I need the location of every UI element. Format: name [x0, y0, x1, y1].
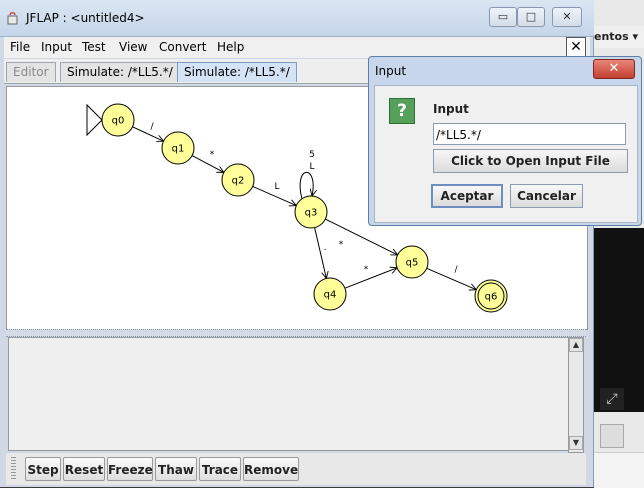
transition-label: * — [210, 150, 215, 160]
split-divider[interactable] — [6, 329, 586, 337]
self-loop-q3 — [299, 171, 313, 200]
cancel-button[interactable]: Cancelar — [510, 184, 583, 208]
background-dark-panel — [594, 228, 644, 412]
menu-convert[interactable]: Convert — [159, 40, 206, 54]
remove-button[interactable]: Remove — [243, 457, 299, 481]
transition-q5-q6 — [426, 267, 477, 289]
dialog-close-button[interactable]: ✕ — [593, 59, 635, 79]
maximize-button[interactable]: □ — [517, 7, 545, 27]
thaw-button[interactable]: Thaw — [155, 457, 197, 481]
state-label: q1 — [172, 144, 185, 155]
initial-state-marker — [86, 103, 103, 137]
accept-button[interactable]: Aceptar — [431, 184, 503, 208]
state-label: q2 — [232, 176, 245, 187]
transition-label: / — [150, 122, 154, 132]
simulation-output-panel — [8, 337, 570, 451]
loop-label: L — [309, 162, 314, 172]
scroll-up-icon[interactable]: ▲ — [569, 338, 583, 352]
menu-bar: File Input Test View Convert Help — [4, 37, 590, 58]
transition-q1-q2 — [191, 155, 224, 173]
tab-simulate-2[interactable]: Simulate: /*LL5.*/ — [177, 62, 297, 82]
transition-label: * — [364, 265, 369, 275]
vertical-scrollbar[interactable]: ▲ ▼ — [568, 337, 584, 453]
menu-input[interactable]: Input — [41, 40, 72, 54]
transition-label: . — [324, 243, 327, 253]
transition-label: / — [454, 265, 458, 275]
dialog-title: Input — [375, 64, 407, 78]
menu-test[interactable]: Test — [82, 40, 106, 54]
loop-label: 5 — [309, 150, 315, 160]
input-field[interactable]: /*LL5.*/ — [433, 123, 626, 145]
state-label: q5 — [406, 258, 419, 269]
step-button[interactable]: Step — [25, 457, 61, 481]
reset-button[interactable]: Reset — [63, 457, 105, 481]
freeze-button[interactable]: Freeze — [107, 457, 153, 481]
jflap-app-icon — [7, 12, 18, 25]
toolbar-grip[interactable] — [11, 457, 16, 481]
transition-label: L — [274, 182, 279, 192]
tab-simulate-1[interactable]: Simulate: /*LL5.*/ — [60, 62, 180, 82]
background-bottom-panel — [594, 452, 644, 488]
menu-file[interactable]: File — [10, 40, 30, 54]
question-icon: ? — [389, 98, 415, 124]
input-label: Input — [433, 102, 469, 116]
close-tab-button[interactable]: ✕ — [566, 37, 586, 57]
fullscreen-icon: ⤢ — [600, 388, 624, 410]
open-input-file-button[interactable]: Click to Open Input File — [433, 149, 628, 173]
state-label: q6 — [485, 292, 498, 303]
transition-q3-q4 — [314, 227, 327, 279]
dialog-body: ? Input /*LL5.*/ Click to Open Input Fil… — [374, 85, 638, 223]
transition-q0-q1 — [132, 126, 163, 141]
title-bar: JFLAP : <untitled4> ▭ □ ✕ — [0, 0, 594, 37]
state-label: q3 — [305, 208, 318, 219]
transition-q4-q5 — [344, 268, 397, 289]
window-title: JFLAP : <untitled4> — [26, 11, 145, 25]
minimize-button[interactable]: ▭ — [489, 7, 517, 27]
menu-view[interactable]: View — [119, 40, 147, 54]
close-button[interactable]: ✕ — [552, 7, 582, 27]
state-label: q0 — [112, 116, 125, 127]
transition-label: * — [339, 240, 344, 250]
background-menu-fragment: entos ▾ — [594, 26, 644, 48]
chart-icon — [600, 424, 624, 448]
state-label: q4 — [324, 290, 337, 301]
trace-button[interactable]: Trace — [199, 457, 241, 481]
simulation-toolbar: Step Reset Freeze Thaw Trace Remove — [6, 453, 586, 485]
tab-editor[interactable]: Editor — [6, 62, 56, 82]
menu-help[interactable]: Help — [217, 40, 244, 54]
input-dialog: Input ✕ ? Input /*LL5.*/ Click to Open I… — [368, 56, 642, 226]
scroll-down-icon[interactable]: ▼ — [569, 436, 583, 450]
